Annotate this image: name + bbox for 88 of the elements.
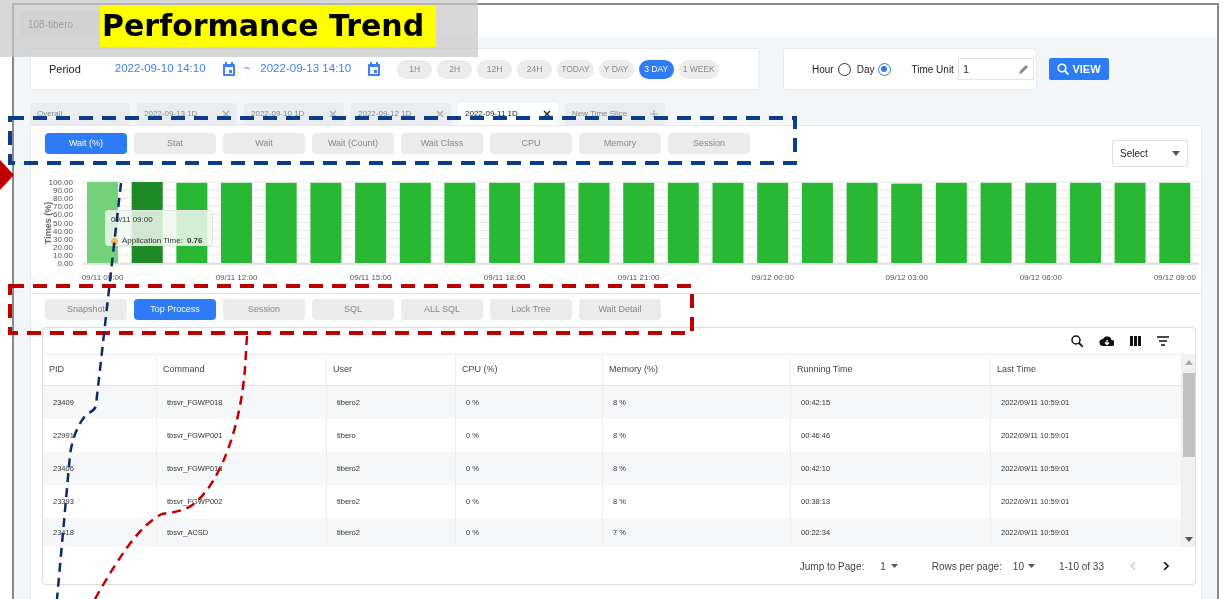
metric-tab[interactable]: Wait (Count) — [312, 133, 394, 154]
view-button[interactable]: VIEW — [1049, 58, 1109, 80]
scrollbar[interactable] — [1182, 354, 1195, 547]
period-preset-button[interactable]: Y DAY — [598, 59, 634, 79]
y-tick-label: 90.00 — [52, 186, 74, 196]
select-dropdown[interactable]: Select — [1112, 140, 1188, 167]
metric-tab[interactable]: CPU — [490, 133, 572, 154]
column-header[interactable]: PID — [43, 355, 157, 385]
y-tick-label: 80.00 — [52, 194, 74, 204]
x-tick-label: 09/11 15:00 — [349, 273, 392, 282]
x-tick-label: 09/12 00:00 — [751, 273, 795, 282]
column-header[interactable]: Memory (%) — [603, 355, 791, 385]
detail-tab[interactable]: ALL SQL — [401, 299, 483, 320]
jump-label: Jump to Page: — [799, 559, 865, 574]
search-icon — [1057, 63, 1070, 75]
period-preset-button[interactable]: 1 WEEK — [678, 59, 719, 79]
close-icon — [436, 110, 444, 118]
tooltip-value: 0.76 — [186, 235, 203, 247]
radio-label: Day — [856, 62, 875, 77]
detail-tab[interactable]: Lock Tree — [490, 299, 572, 320]
y-tick-label: 30.00 — [52, 234, 74, 244]
start-date-field[interactable]: 2022-09-10 14:10 — [114, 60, 206, 78]
pencil-icon — [1017, 63, 1029, 75]
range-separator: ~ — [243, 61, 251, 77]
caret-icon — [1027, 564, 1035, 568]
x-tick-label: 09/12 06:00 — [1019, 273, 1063, 282]
detail-tab[interactable]: Snapshot — [45, 299, 127, 320]
close-icon — [222, 110, 230, 118]
detail-tab[interactable]: Top Process — [134, 299, 216, 320]
time-unit-field[interactable]: 1 — [957, 58, 1034, 80]
y-axis-title: Times (%) — [43, 201, 53, 245]
y-tick-label: 60.00 — [52, 210, 74, 220]
metric-tab[interactable]: Memory — [579, 133, 661, 154]
column-header[interactable]: User — [327, 355, 456, 385]
close-icon — [329, 110, 337, 118]
y-tick-label: 0.00 — [57, 259, 74, 268]
rows-per-page-label: Rows per page: — [931, 559, 1002, 574]
period-label: Period — [49, 61, 81, 77]
chevron-left-icon — [1130, 562, 1136, 570]
plus-icon — [650, 110, 658, 118]
column-header[interactable]: CPU (%) — [456, 355, 603, 385]
x-tick-label: 09/11 18:00 — [483, 273, 526, 282]
metric-tab[interactable]: Wait (%) — [45, 133, 127, 154]
cloud-download-icon — [1099, 335, 1114, 347]
radio-label: Hour — [812, 62, 834, 77]
end-date-field[interactable]: 2022-09-13 14:10 — [260, 60, 352, 78]
chevron-right-icon — [1163, 562, 1169, 570]
y-tick-label: 50.00 — [52, 218, 74, 228]
y-tick-label: 10.00 — [52, 250, 74, 260]
tooltip-label: Application Time: — [122, 235, 183, 247]
detail-tab[interactable]: Session — [223, 299, 305, 320]
y-tick-label: 40.00 — [52, 226, 74, 236]
scroll-up-icon[interactable] — [1185, 360, 1193, 365]
column-header[interactable]: Running Time — [791, 355, 991, 385]
rows-dropdown[interactable]: 10 — [1012, 558, 1035, 574]
metric-tab[interactable]: Session — [668, 133, 750, 154]
calendar-icon — [221, 62, 236, 76]
metric-tab[interactable]: Wait — [223, 133, 305, 154]
detail-tab[interactable]: Wait Detail — [579, 299, 661, 320]
close-icon — [543, 110, 551, 118]
time-unit-label: Time Unit — [911, 62, 954, 77]
period-preset-button[interactable]: 3 DAY — [638, 59, 674, 79]
period-preset-button[interactable]: 24H — [517, 59, 553, 79]
column-header[interactable]: Command — [157, 355, 327, 385]
page-dropdown[interactable]: 1 — [880, 558, 898, 574]
filter-icon — [1157, 336, 1169, 346]
page-range: 1-10 of 33 — [1058, 559, 1104, 574]
period-preset-button[interactable]: 2H — [437, 59, 473, 79]
caret-icon — [1172, 151, 1180, 156]
metric-tab[interactable]: Wait Class — [401, 133, 483, 154]
detail-tab[interactable]: SQL — [312, 299, 394, 320]
x-tick-label: 09/11 21:00 — [617, 273, 661, 282]
caret-icon — [890, 564, 898, 568]
period-preset-button[interactable]: 12H — [477, 59, 513, 79]
search-icon — [1071, 335, 1083, 347]
metric-tab[interactable]: Stat — [134, 133, 216, 154]
page-title: Performance Trend — [100, 5, 437, 47]
x-tick-label: 09/12 03:00 — [885, 273, 929, 282]
columns-icon — [1130, 336, 1141, 346]
period-preset-button[interactable]: 1H — [397, 59, 433, 79]
y-tick-label: 70.00 — [52, 202, 74, 212]
y-tick-label: 20.00 — [52, 242, 74, 252]
scroll-down-icon[interactable] — [1185, 537, 1193, 542]
calendar-icon — [367, 62, 382, 76]
y-tick-label: 100.00 — [48, 178, 74, 187]
period-preset-button[interactable]: TODAY — [557, 59, 594, 79]
x-tick-label: 09/11 12:00 — [215, 273, 258, 282]
x-tick-label: 09/12 09:00 — [1153, 273, 1197, 282]
